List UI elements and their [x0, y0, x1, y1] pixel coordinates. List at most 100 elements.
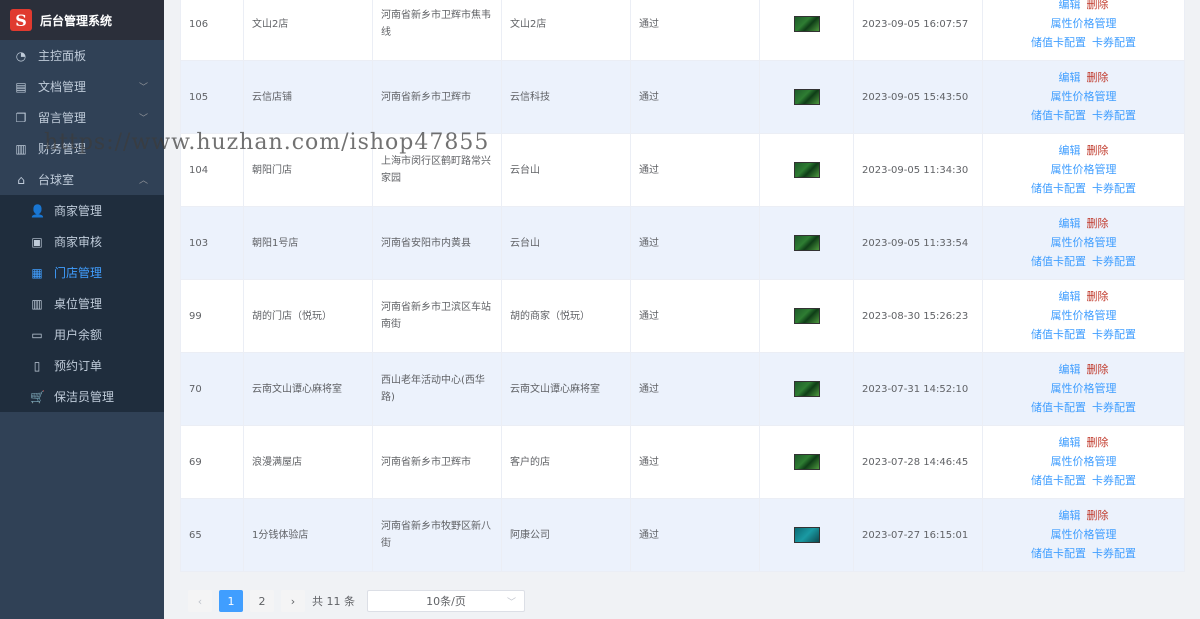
cell-store-name: 浪漫满屋店	[243, 425, 373, 499]
cell-id: 99	[180, 279, 244, 353]
sidebar-item-billiards[interactable]: ⌂ 台球室 ︿	[0, 164, 164, 195]
sidebar-item-orders[interactable]: ▯ 预约订单	[0, 350, 164, 381]
delete-button[interactable]: 删除	[1087, 0, 1109, 11]
logo-icon: S	[10, 9, 32, 31]
coupon-config-button[interactable]: 卡券配置	[1092, 109, 1136, 122]
cell-actions: 编辑 删除属性价格管理储值卡配置 卡券配置	[982, 60, 1185, 134]
sidebar-item-tables[interactable]: ▥ 桌位管理	[0, 288, 164, 319]
prev-page-button[interactable]: ‹	[188, 590, 212, 612]
store-thumbnail[interactable]	[793, 16, 820, 32]
table-row: 69 浪漫满屋店 河南省新乡市卫辉市 客户的店 通过 2023-07-28 14:46:4…	[180, 425, 1185, 499]
cell-store-name: 胡的门店（悦玩）	[243, 279, 373, 353]
attribute-price-button[interactable]: 属性价格管理	[1051, 309, 1117, 322]
sidebar-item-label: 用户余额	[54, 328, 103, 342]
edit-button[interactable]: 编辑	[1059, 436, 1081, 449]
delete-button[interactable]: 删除	[1087, 144, 1109, 157]
attribute-price-button[interactable]: 属性价格管理	[1051, 528, 1117, 541]
coupon-config-button[interactable]: 卡券配置	[1092, 36, 1136, 49]
cart-icon: 🛒	[30, 389, 45, 404]
sidebar-item-label: 门店管理	[54, 266, 103, 280]
cell-image	[759, 0, 854, 61]
stored-card-config-button[interactable]: 储值卡配置	[1031, 182, 1086, 195]
stored-card-config-button[interactable]: 储值卡配置	[1031, 109, 1086, 122]
cell-merchant: 胡的商家（悦玩）	[501, 279, 631, 353]
cell-created-time: 2023-09-05 11:34:30	[853, 133, 983, 207]
page-button-1[interactable]: 1	[219, 590, 243, 612]
sidebar-item-label: 桌位管理	[54, 297, 103, 311]
stored-card-config-button[interactable]: 储值卡配置	[1031, 474, 1086, 487]
page-button-2[interactable]: 2	[250, 590, 274, 612]
coupon-config-button[interactable]: 卡券配置	[1092, 474, 1136, 487]
chevron-down-icon: ﹀	[138, 83, 148, 93]
store-thumbnail[interactable]	[793, 381, 820, 397]
next-page-button[interactable]: ›	[281, 590, 305, 612]
store-thumbnail[interactable]	[793, 235, 820, 251]
cell-created-time: 2023-09-05 16:07:57	[853, 0, 983, 61]
sidebar-item-label: 商家管理	[54, 204, 103, 218]
attribute-price-button[interactable]: 属性价格管理	[1051, 163, 1117, 176]
sidebar-item-merchants[interactable]: 👤 商家管理	[0, 195, 164, 226]
attribute-price-button[interactable]: 属性价格管理	[1051, 90, 1117, 103]
stored-card-config-button[interactable]: 储值卡配置	[1031, 401, 1086, 414]
stored-card-config-button[interactable]: 储值卡配置	[1031, 328, 1086, 341]
sidebar-item-cleaners[interactable]: 🛒 保洁员管理	[0, 381, 164, 412]
cell-actions: 编辑 删除属性价格管理储值卡配置 卡券配置	[982, 352, 1185, 426]
edit-button[interactable]: 编辑	[1059, 144, 1081, 157]
delete-button[interactable]: 删除	[1087, 363, 1109, 376]
stored-card-config-button[interactable]: 储值卡配置	[1031, 36, 1086, 49]
grid-icon: ▦	[31, 265, 43, 280]
cell-store-name: 文山2店	[243, 0, 373, 61]
store-thumbnail[interactable]	[793, 308, 820, 324]
attribute-price-button[interactable]: 属性价格管理	[1051, 382, 1117, 395]
cell-merchant: 阿康公司	[501, 498, 631, 572]
coupon-config-button[interactable]: 卡券配置	[1092, 328, 1136, 341]
store-thumbnail[interactable]	[793, 162, 820, 178]
cell-status: 通过	[630, 0, 760, 61]
edit-button[interactable]: 编辑	[1059, 71, 1081, 84]
cell-status: 通过	[630, 352, 760, 426]
store-table: 106 文山2店 河南省新乡市卫辉市焦韦线 文山2店 通过 2023-09-05 16:0…	[180, 0, 1185, 572]
cell-image	[759, 60, 854, 134]
cell-id: 105	[180, 60, 244, 134]
coupon-config-button[interactable]: 卡券配置	[1092, 182, 1136, 195]
stored-card-config-button[interactable]: 储值卡配置	[1031, 255, 1086, 268]
delete-button[interactable]: 删除	[1087, 436, 1109, 449]
cell-actions: 编辑 删除属性价格管理储值卡配置 卡券配置	[982, 0, 1185, 61]
edit-button[interactable]: 编辑	[1059, 217, 1081, 230]
sidebar-item-messages[interactable]: ❐ 留言管理 ﹀	[0, 102, 164, 133]
table-row: 103 朝阳1号店 河南省安阳市内黄县 云台山 通过 2023-09-05 11:33:5…	[180, 206, 1185, 280]
attribute-price-button[interactable]: 属性价格管理	[1051, 455, 1117, 468]
cell-id: 65	[180, 498, 244, 572]
delete-button[interactable]: 删除	[1087, 290, 1109, 303]
coupon-config-button[interactable]: 卡券配置	[1092, 547, 1136, 560]
message-icon: ❐	[15, 110, 27, 125]
cell-status: 通过	[630, 133, 760, 207]
store-thumbnail[interactable]	[793, 454, 820, 470]
delete-button[interactable]: 删除	[1087, 509, 1109, 522]
page-size-select[interactable]: 10条/页 ﹀	[367, 590, 525, 612]
cell-created-time: 2023-07-28 14:46:45	[853, 425, 983, 499]
delete-button[interactable]: 删除	[1087, 217, 1109, 230]
edit-button[interactable]: 编辑	[1059, 363, 1081, 376]
table-row: 99 胡的门店（悦玩） 河南省新乡市卫滨区车站南街 胡的商家（悦玩） 通过 2023-08…	[180, 279, 1185, 353]
cell-created-time: 2023-09-05 11:33:54	[853, 206, 983, 280]
sidebar-item-dashboard[interactable]: ◔ 主控面板	[0, 40, 164, 71]
sidebar-item-balance[interactable]: ▭ 用户余额	[0, 319, 164, 350]
sidebar-item-stores[interactable]: ▦ 门店管理	[0, 257, 164, 288]
cell-merchant: 云台山	[501, 206, 631, 280]
coupon-config-button[interactable]: 卡券配置	[1092, 255, 1136, 268]
store-thumbnail[interactable]	[793, 89, 820, 105]
stored-card-config-button[interactable]: 储值卡配置	[1031, 547, 1086, 560]
delete-button[interactable]: 删除	[1087, 71, 1109, 84]
cell-id: 106	[180, 0, 244, 61]
attribute-price-button[interactable]: 属性价格管理	[1051, 236, 1117, 249]
sidebar-item-documents[interactable]: ▤ 文档管理 ﹀	[0, 71, 164, 102]
store-thumbnail[interactable]	[793, 527, 820, 543]
table-row: 70 云南文山谭心麻将室 西山老年活动中心(西华路) 云南文山谭心麻将室 通过 2023-…	[180, 352, 1185, 426]
edit-button[interactable]: 编辑	[1059, 290, 1081, 303]
sidebar-item-merchant-audit[interactable]: ▣ 商家审核	[0, 226, 164, 257]
attribute-price-button[interactable]: 属性价格管理	[1051, 17, 1117, 30]
coupon-config-button[interactable]: 卡券配置	[1092, 401, 1136, 414]
edit-button[interactable]: 编辑	[1059, 0, 1081, 11]
edit-button[interactable]: 编辑	[1059, 509, 1081, 522]
